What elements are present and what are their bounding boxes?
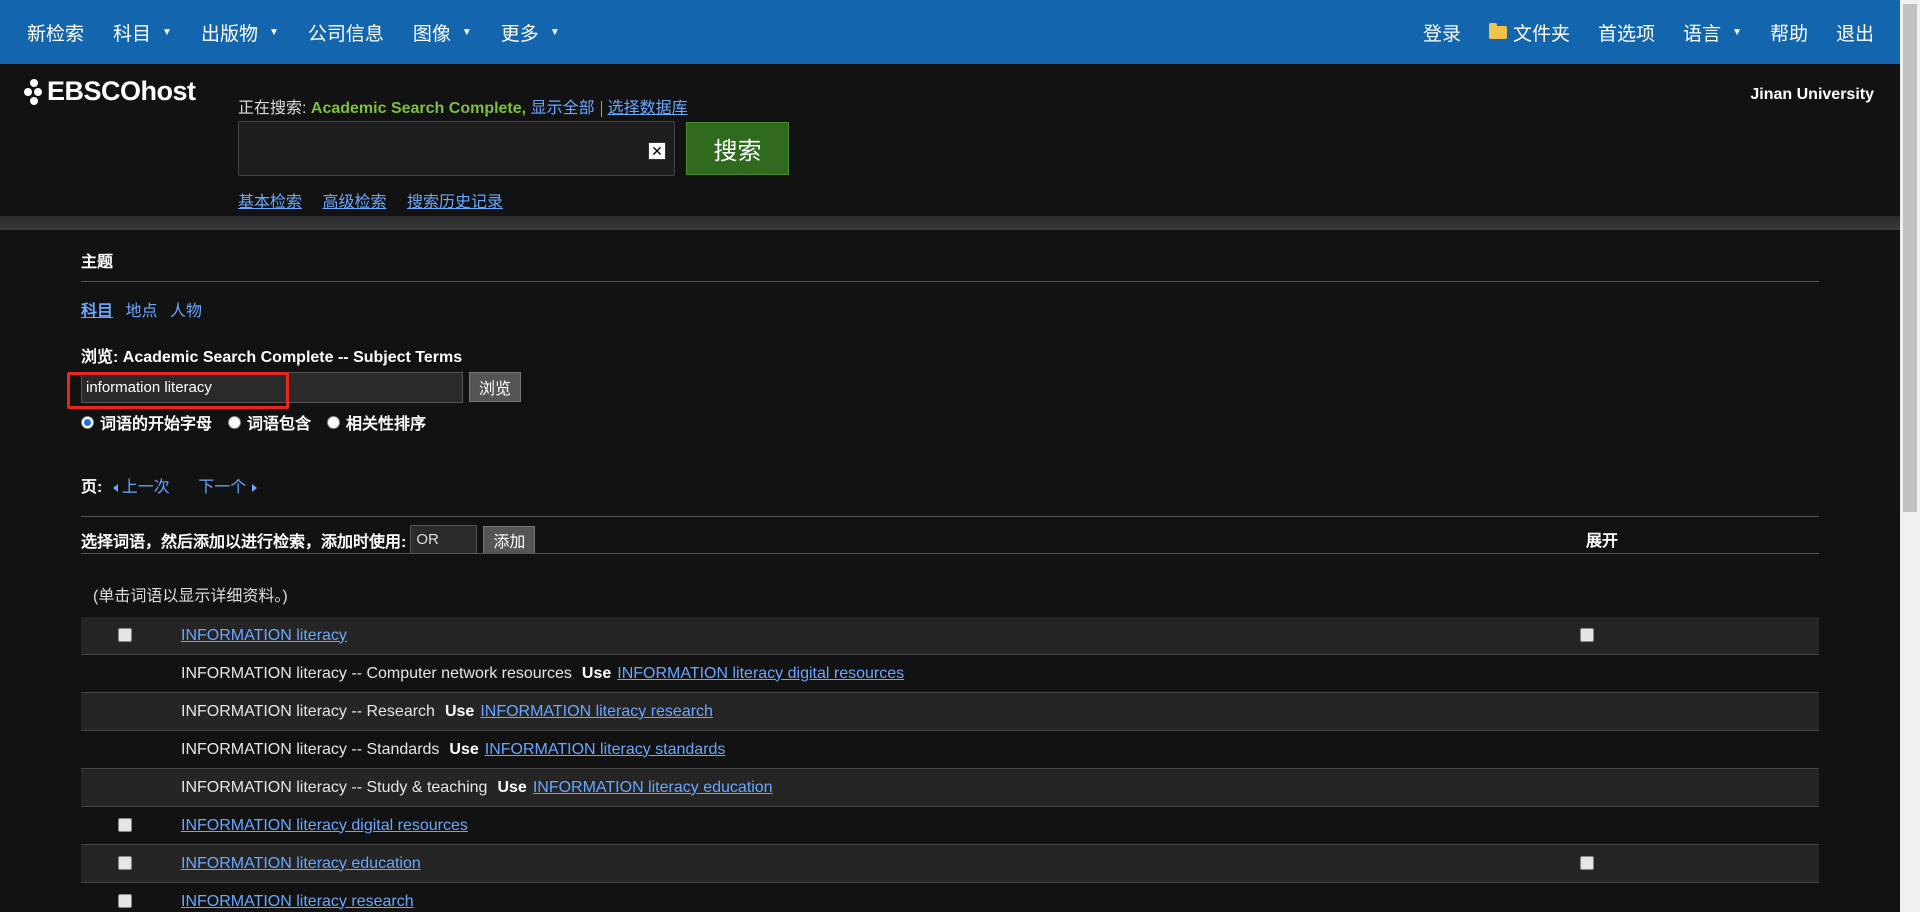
previous-page-link[interactable]: 上一次 xyxy=(112,479,170,496)
arrow-right-icon xyxy=(252,484,258,492)
top-nav-right: 登录 文件夹 首选项 语言 ▼ 帮助 退出 xyxy=(1395,19,1900,46)
nav-folder[interactable]: 文件夹 xyxy=(1489,19,1570,46)
scrollbar-thumb[interactable] xyxy=(1903,4,1917,512)
divider xyxy=(600,100,602,117)
row-checkbox[interactable] xyxy=(118,628,132,642)
search-history-link[interactable]: 搜索历史记录 xyxy=(407,194,503,211)
ebscohost-logo[interactable]: EBSCOhost xyxy=(24,76,196,107)
basic-search-link[interactable]: 基本检索 xyxy=(238,194,302,211)
clear-icon[interactable]: ✕ xyxy=(648,142,666,160)
term-link[interactable]: INFORMATION literacy xyxy=(181,627,347,644)
database-name: Academic Search Complete, xyxy=(310,100,527,117)
search-button[interactable]: 搜索 xyxy=(686,122,789,175)
pager: 页: 上一次 下一个 xyxy=(81,473,275,497)
table-row: INFORMATION literacy digital resources xyxy=(81,807,1819,845)
add-button[interactable]: 添加 xyxy=(483,525,536,554)
radio-icon[interactable] xyxy=(327,415,341,429)
header-divider xyxy=(0,216,1900,230)
divider xyxy=(81,516,1819,517)
searching-line: 正在搜索: Academic Search Complete, 显示全部 选择数据… xyxy=(238,100,688,117)
hint-text: (单击词语以显示详细资料。) xyxy=(93,588,288,605)
expand-checkbox[interactable] xyxy=(1580,628,1594,642)
term-text: INFORMATION literacy -- Research xyxy=(181,702,435,720)
term-type-tabs: 科目 地点 人物 xyxy=(81,297,210,321)
row-checkbox[interactable] xyxy=(118,856,132,870)
term-link[interactable]: INFORMATION literacy digital resources xyxy=(617,665,904,682)
folder-icon xyxy=(1489,22,1508,39)
nav-help[interactable]: 帮助 xyxy=(1770,19,1808,46)
chevron-down-icon: ▼ xyxy=(549,26,560,38)
top-nav-left: 新检索 科目 ▼ 出版物 ▼ 公司信息 图像 ▼ 更多 ▼ xyxy=(0,19,589,46)
row-checkbox[interactable] xyxy=(118,894,132,908)
nav-new-search[interactable]: 新检索 xyxy=(27,19,84,46)
term-list: INFORMATION literacy INFORMATION literac… xyxy=(81,617,1819,912)
table-row: INFORMATION literacy research xyxy=(81,883,1819,912)
term-text: INFORMATION literacy -- Standards xyxy=(181,740,440,758)
boolean-operator-select[interactable]: OR xyxy=(410,525,478,554)
row-checkbox[interactable] xyxy=(118,818,132,832)
radio-term-contains[interactable]: 词语包含 xyxy=(228,410,311,434)
browse-mode-radios: 词语的开始字母 词语包含 相关性排序 xyxy=(81,410,442,434)
table-row: INFORMATION literacy -- Computer network… xyxy=(81,655,1819,693)
term-text: INFORMATION literacy -- Computer network… xyxy=(181,664,572,682)
radio-relevancy-ranked[interactable]: 相关性排序 xyxy=(327,410,426,434)
use-label: Use xyxy=(449,740,479,758)
tab-subjects[interactable]: 科目 xyxy=(81,303,113,320)
term-text: INFORMATION literacy -- Study & teaching xyxy=(181,778,488,796)
tab-places[interactable]: 地点 xyxy=(125,303,157,320)
use-label: Use xyxy=(581,664,612,682)
term-link[interactable]: INFORMATION literacy education xyxy=(181,855,421,872)
term-link[interactable]: INFORMATION literacy standards xyxy=(485,741,726,758)
top-navigation-bar: 新检索 科目 ▼ 出版物 ▼ 公司信息 图像 ▼ 更多 ▼ 登录 文件夹 首选项 语言 ▼… xyxy=(0,0,1900,64)
institution-name: Jinan University xyxy=(1750,86,1874,103)
term-link[interactable]: INFORMATION literacy research xyxy=(480,703,713,720)
chevron-down-icon: ▼ xyxy=(461,26,472,38)
nav-language[interactable]: 语言 ▼ xyxy=(1683,19,1742,46)
table-row: INFORMATION literacy -- Research Use INFOR… xyxy=(81,693,1819,731)
section-title: 主题 xyxy=(81,254,114,271)
term-link[interactable]: INFORMATION literacy education xyxy=(533,779,773,796)
browse-button[interactable]: 浏览 xyxy=(469,372,521,402)
nav-images[interactable]: 图像 ▼ xyxy=(413,19,472,46)
ebsco-logo-icon xyxy=(24,78,44,105)
expand-column-header: 展开 xyxy=(1586,533,1619,550)
chevron-down-icon: ▼ xyxy=(162,26,172,38)
use-label: Use xyxy=(444,702,475,720)
chevron-down-icon: ▼ xyxy=(1732,26,1742,38)
table-row: INFORMATION literacy education xyxy=(81,845,1819,883)
table-row: INFORMATION literacy -- Study & teaching… xyxy=(81,769,1819,807)
nav-preferences[interactable]: 首选项 xyxy=(1598,19,1655,46)
nav-login[interactable]: 登录 xyxy=(1423,19,1461,46)
choose-database-link[interactable]: 选择数据库 xyxy=(608,100,688,117)
table-row: INFORMATION literacy -- Standards Use INFO… xyxy=(81,731,1819,769)
arrow-left-icon xyxy=(112,484,118,492)
next-page-link[interactable]: 下一个 xyxy=(198,479,258,496)
divider xyxy=(81,553,1819,554)
term-link[interactable]: INFORMATION literacy research xyxy=(181,893,414,910)
highlight-annotation xyxy=(67,372,289,409)
vertical-scrollbar[interactable] xyxy=(1900,0,1920,912)
nav-more[interactable]: 更多 ▼ xyxy=(501,19,560,46)
tab-people[interactable]: 人物 xyxy=(170,303,202,320)
search-input[interactable]: ✕ xyxy=(238,121,675,176)
nav-company-info[interactable]: 公司信息 xyxy=(308,19,384,46)
radio-icon[interactable] xyxy=(81,415,94,429)
divider xyxy=(81,281,1819,282)
show-all-link[interactable]: 显示全部 xyxy=(531,100,595,117)
chevron-down-icon: ▼ xyxy=(268,26,279,38)
expand-checkbox[interactable] xyxy=(1580,856,1594,870)
nav-logout[interactable]: 退出 xyxy=(1836,19,1874,46)
nav-subjects[interactable]: 科目 ▼ xyxy=(113,19,172,46)
radio-icon[interactable] xyxy=(228,415,242,429)
term-link[interactable]: INFORMATION literacy digital resources xyxy=(181,817,468,834)
radio-term-begins-with[interactable]: 词语的开始字母 xyxy=(81,410,212,434)
table-row: INFORMATION literacy xyxy=(81,617,1819,655)
search-header: EBSCOhost 正在搜索: Academic Search Complete… xyxy=(0,64,1900,216)
use-label: Use xyxy=(497,778,527,796)
add-terms-row: 选择词语，然后添加以进行检索，添加时使用: OR 添加 xyxy=(81,525,536,554)
search-mode-links: 基本检索 高级检索 搜索历史记录 xyxy=(238,188,519,212)
advanced-search-link[interactable]: 高级检索 xyxy=(322,194,386,211)
browse-title: 浏览: Academic Search Complete -- Subject … xyxy=(81,349,463,366)
nav-publications[interactable]: 出版物 ▼ xyxy=(201,19,279,46)
